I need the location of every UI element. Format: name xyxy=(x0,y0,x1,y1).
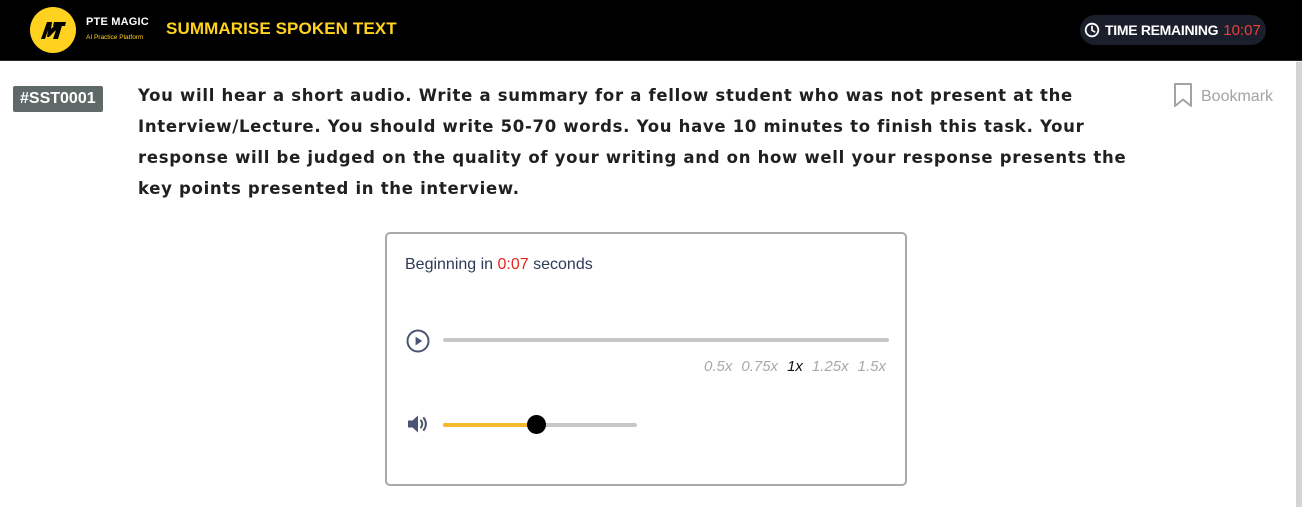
time-remaining-label: TIME REMAINING xyxy=(1105,22,1219,38)
begin-countdown-text: Beginning in 0:07 seconds xyxy=(405,256,593,274)
speed-option-0-5x[interactable]: 0.5x xyxy=(704,358,732,375)
question-id-badge: #SST0001 xyxy=(13,86,103,112)
brand-tagline: AI Practice Platform xyxy=(86,34,144,41)
pm-monogram-icon xyxy=(30,7,76,53)
begin-prefix: Beginning in xyxy=(405,256,494,273)
begin-suffix: seconds xyxy=(533,256,593,273)
top-bar: PTE MAGIC AI Practice Platform SUMMARISE… xyxy=(0,0,1302,61)
begin-countdown-value: 0:07 xyxy=(497,256,529,273)
clock-icon xyxy=(1084,22,1100,38)
speed-option-1-5x[interactable]: 1.5x xyxy=(858,358,886,375)
volume-slider-handle[interactable] xyxy=(527,415,547,434)
task-instructions: You will hear a short audio. Write a sum… xyxy=(138,86,1127,198)
play-button[interactable] xyxy=(406,329,430,353)
audio-progress-bar[interactable] xyxy=(443,338,889,342)
scrollbar-thumb[interactable] xyxy=(1296,62,1302,507)
task-title: SUMMARISE SPOKEN TEXT xyxy=(166,19,397,38)
volume-slider[interactable] xyxy=(443,415,637,434)
bookmark-label: Bookmark xyxy=(1201,88,1274,105)
volume-slider-fill xyxy=(443,423,537,427)
speed-option-1-25x[interactable]: 1.25x xyxy=(812,358,849,375)
playback-speed-selector: 0.5x 0.75x 1x 1.25x 1.5x xyxy=(704,358,886,375)
audio-player: Beginning in 0:07 seconds 0.5x 0.75x 1x … xyxy=(385,232,907,486)
speed-option-1x[interactable]: 1x xyxy=(787,358,803,375)
speaker-icon[interactable] xyxy=(406,413,430,435)
bookmark-icon xyxy=(1172,82,1194,112)
play-circle-icon xyxy=(406,329,430,353)
time-remaining-badge: TIME REMAINING 10:07 xyxy=(1080,15,1266,45)
bookmark-button[interactable]: Bookmark xyxy=(1172,82,1273,112)
speed-option-0-75x[interactable]: 0.75x xyxy=(741,358,778,375)
brand-name: PTE MAGIC xyxy=(86,16,149,28)
time-remaining-value: 10:07 xyxy=(1223,21,1261,39)
